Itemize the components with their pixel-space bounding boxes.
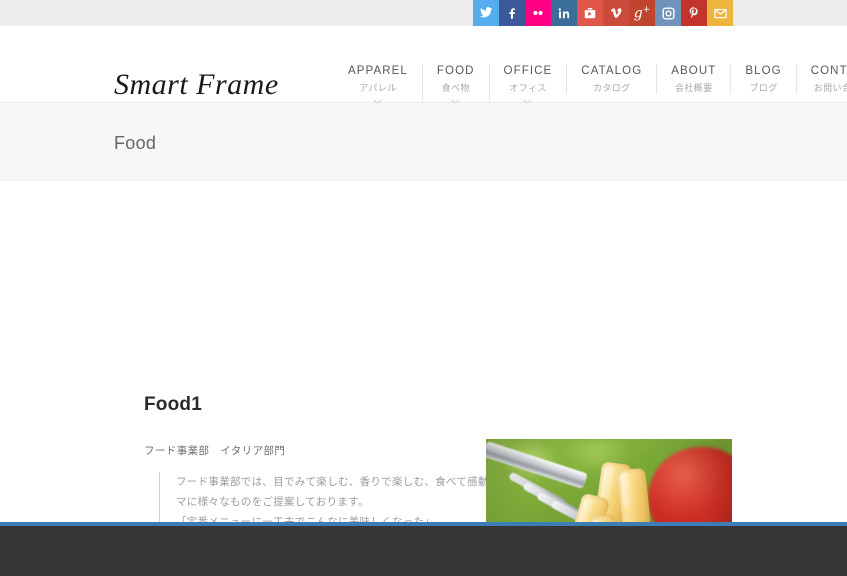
pinterest-icon (689, 7, 698, 19)
flickr-icon (533, 10, 543, 16)
site-logo[interactable]: Smart Frame (114, 70, 279, 100)
nav-item-apparel[interactable]: APPAREL アパレル (334, 64, 422, 105)
nav-label-jp: お問い合わせ (813, 83, 847, 93)
nav-label-jp: 食べ物 (441, 83, 470, 93)
nav-label-en: OFFICE (503, 65, 553, 77)
social-links: g+ (473, 0, 733, 26)
nav-label-jp: カタログ (592, 83, 631, 93)
linkedin-icon (558, 8, 570, 19)
instagram-icon (662, 7, 674, 19)
nav-label-en: ABOUT (671, 65, 717, 77)
nav-label-en: BLOG (745, 65, 782, 77)
nav-label-jp: ブログ (749, 83, 778, 93)
facebook-icon (509, 8, 515, 19)
site-header: Smart Frame APPAREL アパレル FOOD 食べ物 OFFICE… (0, 26, 847, 105)
nav-label-en: CONTACT (810, 65, 847, 77)
twitter-icon (480, 7, 493, 18)
nav-item-blog[interactable]: BLOG ブログ (730, 64, 795, 94)
social-link-instagram[interactable] (655, 0, 681, 26)
nav-item-about[interactable]: ABOUT 会社概要 (656, 64, 730, 94)
content-heading: Food1 (144, 394, 202, 415)
social-link-facebook[interactable] (499, 0, 525, 26)
social-link-googleplus[interactable]: g+ (629, 0, 655, 26)
main-navigation: APPAREL アパレル FOOD 食べ物 OFFICE オフィス CATALO… (334, 64, 847, 105)
body-line: フード事業部では、目でみて楽しむ、香りで楽しむ、食べて感動 をテー (176, 476, 532, 488)
nav-label-jp: アパレル (359, 83, 397, 93)
nav-item-contact[interactable]: CONTACT お問い合わせ (795, 64, 847, 94)
googleplus-icon: g+ (633, 4, 651, 22)
social-link-flickr[interactable] (525, 0, 551, 26)
main-content: Food1 フード事業部 イタリア部門 フード事業部では、目でみて楽しむ、香りで… (0, 181, 847, 576)
page-title: Food (114, 133, 157, 153)
body-line: マに様々なものをご提案しております。 (176, 496, 369, 508)
social-link-vimeo[interactable] (603, 0, 629, 26)
social-link-email[interactable] (707, 0, 733, 26)
social-link-youtube[interactable] (577, 0, 603, 26)
social-link-twitter[interactable] (473, 0, 499, 26)
vimeo-icon (610, 7, 621, 18)
social-link-linkedin[interactable] (551, 0, 577, 26)
page-title-band: Food (0, 103, 847, 181)
site-footer (0, 522, 847, 576)
nav-label-jp: 会社概要 (675, 83, 713, 93)
nav-label-en: APPAREL (348, 65, 408, 77)
nav-label-jp: オフィス (509, 83, 547, 93)
top-social-bar: g+ (0, 0, 847, 26)
nav-label-en: CATALOG (581, 65, 643, 77)
nav-item-catalog[interactable]: CATALOG カタログ (566, 64, 656, 94)
content-subtitle: フード事業部 イタリア部門 (144, 445, 286, 457)
youtube-icon (584, 7, 596, 19)
nav-item-office[interactable]: OFFICE オフィス (488, 64, 567, 105)
social-link-pinterest[interactable] (681, 0, 707, 26)
nav-item-food[interactable]: FOOD 食べ物 (421, 64, 489, 105)
email-icon (713, 8, 727, 18)
nav-label-en: FOOD (436, 65, 475, 77)
